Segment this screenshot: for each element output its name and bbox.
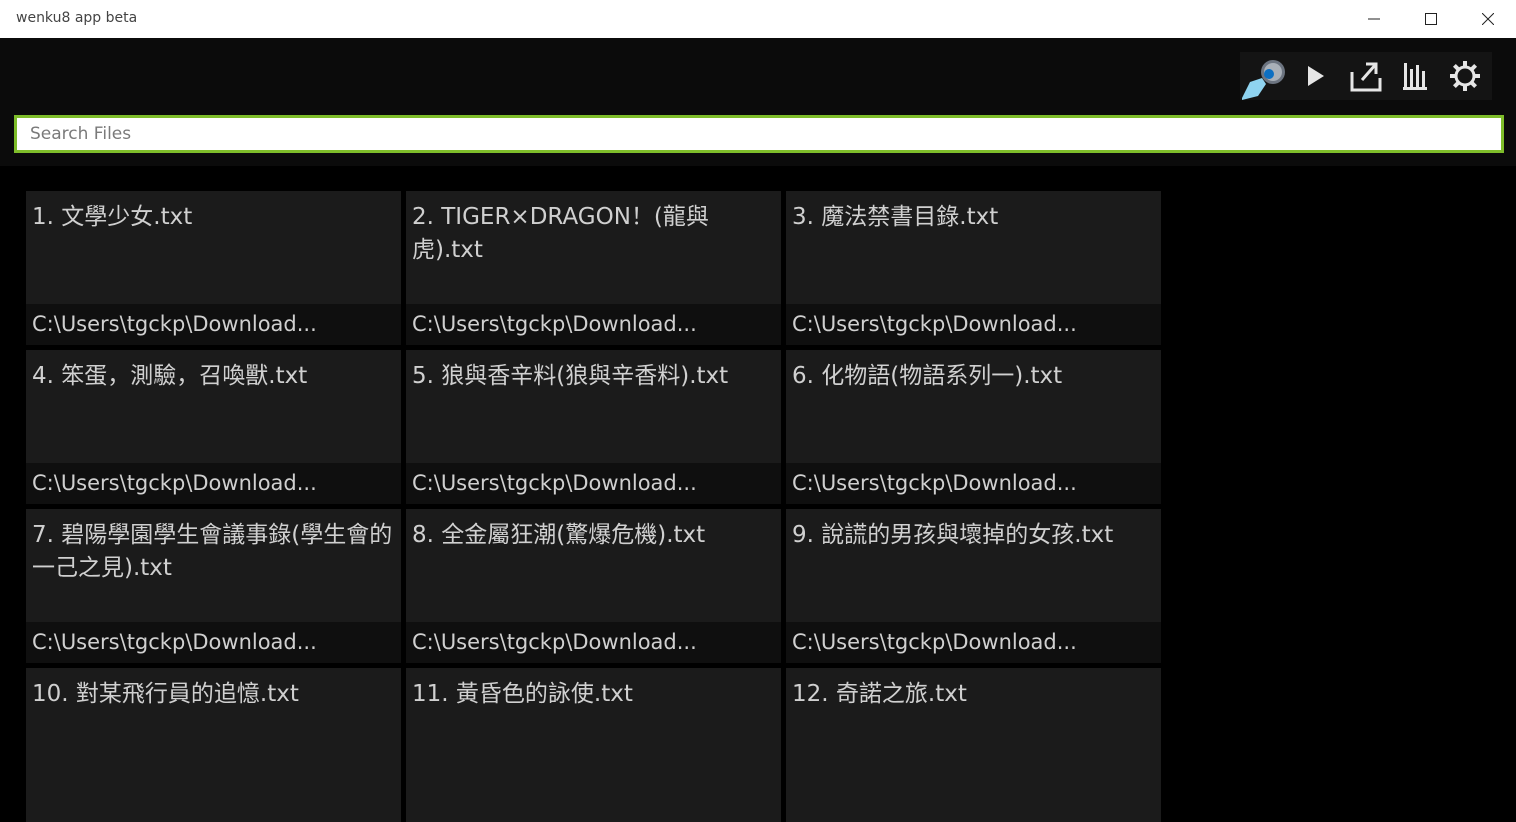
library-button[interactable] xyxy=(1390,52,1440,100)
file-path: C:\Users\tgckp\Download... xyxy=(786,463,1161,504)
file-tile[interactable]: 9. 說謊的男孩與壞掉的女孩.txt C:\Users\tgckp\Downlo… xyxy=(786,509,1161,663)
file-name: 4. 笨蛋，測驗，召喚獸.txt xyxy=(32,363,308,389)
search-input[interactable] xyxy=(17,118,1501,150)
file-name: 12. 奇諾之旅.txt xyxy=(792,681,967,707)
close-icon xyxy=(1482,13,1494,25)
file-tile[interactable]: 4. 笨蛋，測驗，召喚獸.txt C:\Users\tgckp\Download… xyxy=(26,350,401,504)
title-bar: wenku8 app beta xyxy=(0,0,1516,38)
file-tile[interactable]: 10. 對某飛行員的追憶.txt xyxy=(26,668,401,822)
file-name: 10. 對某飛行員的追憶.txt xyxy=(32,681,299,707)
file-name: 3. 魔法禁書目錄.txt xyxy=(792,204,999,230)
play-button[interactable] xyxy=(1290,52,1340,100)
file-name: 6. 化物語(物語系列一).txt xyxy=(792,363,1063,389)
magnifier-icon xyxy=(1242,60,1285,100)
file-tile[interactable]: 11. 黃昏色的詠使.txt xyxy=(406,668,781,822)
file-path: C:\Users\tgckp\Download... xyxy=(26,463,401,504)
file-path: C:\Users\tgckp\Download... xyxy=(26,304,401,345)
file-path: C:\Users\tgckp\Download... xyxy=(406,463,781,504)
toolbar-button-magnifier[interactable] xyxy=(1240,52,1290,100)
file-name: 11. 黃昏色的詠使.txt xyxy=(412,681,633,707)
minimize-icon xyxy=(1368,18,1380,20)
play-icon xyxy=(1308,66,1324,86)
file-name: 2. TIGER×DRAGON！(龍與虎).txt xyxy=(412,204,709,263)
window-title: wenku8 app beta xyxy=(16,10,138,26)
file-tile[interactable]: 7. 碧陽學園學生會議事錄(學生會的一己之見).txt C:\Users\tgc… xyxy=(26,509,401,663)
library-icon xyxy=(1403,63,1427,90)
file-path: C:\Users\tgckp\Download... xyxy=(786,304,1161,345)
file-path: C:\Users\tgckp\Download... xyxy=(786,622,1161,663)
file-tile[interactable]: 8. 全金屬狂潮(驚爆危機).txt C:\Users\tgckp\Downlo… xyxy=(406,509,781,663)
share-icon xyxy=(1350,62,1382,92)
file-tile[interactable]: 5. 狼與香辛料(狼與辛香料).txt C:\Users\tgckp\Downl… xyxy=(406,350,781,504)
file-grid: 1. 文學少女.txt C:\Users\tgckp\Download... 2… xyxy=(26,191,1161,822)
settings-button[interactable] xyxy=(1440,52,1490,100)
file-name: 1. 文學少女.txt xyxy=(32,204,193,230)
file-name: 5. 狼與香辛料(狼與辛香料).txt xyxy=(412,363,729,389)
file-tile[interactable]: 12. 奇諾之旅.txt xyxy=(786,668,1161,822)
toolbar xyxy=(1240,52,1492,100)
file-tile[interactable]: 1. 文學少女.txt C:\Users\tgckp\Download... xyxy=(26,191,401,345)
file-tile[interactable]: 6. 化物語(物語系列一).txt C:\Users\tgckp\Downloa… xyxy=(786,350,1161,504)
file-name: 9. 說謊的男孩與壞掉的女孩.txt xyxy=(792,522,1114,548)
file-path: C:\Users\tgckp\Download... xyxy=(26,622,401,663)
maximize-icon xyxy=(1425,13,1437,25)
close-button[interactable] xyxy=(1459,0,1516,38)
file-tile[interactable]: 2. TIGER×DRAGON！(龍與虎).txt C:\Users\tgckp… xyxy=(406,191,781,345)
maximize-button[interactable] xyxy=(1402,0,1460,38)
minimize-button[interactable] xyxy=(1345,0,1403,38)
gear-icon xyxy=(1450,61,1480,91)
file-tile[interactable]: 3. 魔法禁書目錄.txt C:\Users\tgckp\Download... xyxy=(786,191,1161,345)
file-name: 8. 全金屬狂潮(驚爆危機).txt xyxy=(412,522,706,548)
share-button[interactable] xyxy=(1340,52,1390,100)
file-name: 7. 碧陽學園學生會議事錄(學生會的一己之見).txt xyxy=(32,522,393,581)
search-box xyxy=(14,115,1504,153)
file-path: C:\Users\tgckp\Download... xyxy=(406,304,781,345)
file-path: C:\Users\tgckp\Download... xyxy=(406,622,781,663)
